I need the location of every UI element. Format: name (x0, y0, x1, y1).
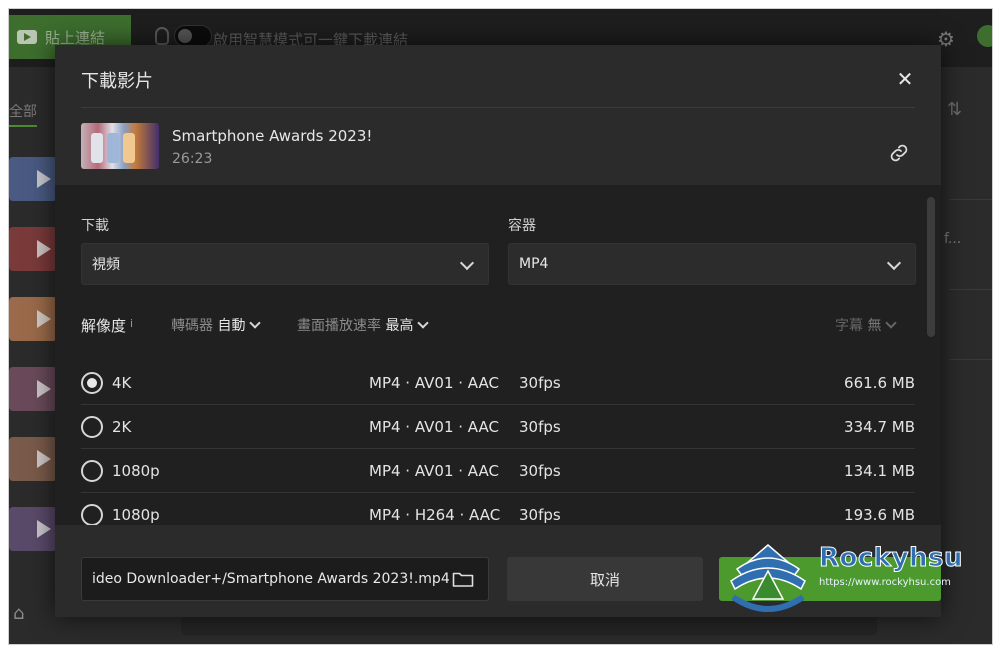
chevron-down-icon (417, 317, 430, 329)
watermark: Rockyhsu https://www.rockyhsu.com (723, 541, 963, 621)
dialog-title: 下載影片 (81, 71, 153, 92)
framerate-label: 畫面播放速率 (297, 318, 381, 334)
fps-text: 30fps (519, 417, 561, 436)
download-dialog: 下載影片 ✕ Smartphone Awards 2023! 26:23 下載 … (55, 45, 941, 617)
link-icon[interactable] (887, 141, 911, 165)
codec-value: 自動 (217, 318, 246, 334)
subtitle-label: 字幕 (835, 318, 863, 334)
video-duration: 26:23 (172, 151, 213, 167)
file-size: 334.7 MB (844, 417, 915, 436)
list-item-title-truncated: f... (944, 231, 962, 247)
video-thumbnail (81, 123, 159, 169)
list-item-thumbnail[interactable] (9, 157, 57, 201)
sort-icon[interactable]: ⇅ (947, 99, 962, 120)
save-path-text: ideo Downloader+/Smartphone Awards 2023!… (92, 571, 450, 587)
radio-unselected[interactable] (81, 504, 103, 525)
framerate-value: 最高 (385, 318, 414, 334)
home-icon[interactable]: ⌂ (13, 603, 24, 624)
phone-image (123, 133, 135, 163)
list-item-thumbnail[interactable] (9, 227, 57, 271)
header-divider (81, 107, 915, 108)
framerate-dropdown[interactable]: 畫面播放速率 最高 (297, 315, 430, 335)
resolution-option[interactable]: 2K MP4 · AV01 · AAC 30fps 334.7 MB (81, 405, 915, 449)
phone-image (91, 133, 103, 163)
file-size: 661.6 MB (844, 373, 915, 392)
list-item-thumbnail[interactable] (9, 367, 57, 411)
download-type-select[interactable]: 視頻 (81, 243, 489, 285)
subtitle-value: 無 (867, 318, 882, 334)
dialog-body: 下載 容器 視頻 MP4 解像度 i 轉碼器 自動 畫面播放速率 最高 字幕 無… (55, 185, 941, 525)
tab-all[interactable]: 全部 (9, 101, 37, 121)
dialog-header: 下載影片 ✕ Smartphone Awards 2023! 26:23 (55, 45, 941, 185)
list-item-thumbnail[interactable] (9, 437, 57, 481)
list-divider (949, 359, 992, 360)
fps-text: 30fps (519, 461, 561, 480)
list-divider (949, 289, 992, 290)
phone-image (107, 133, 119, 163)
cancel-button[interactable]: 取消 (507, 557, 703, 601)
subtitle-dropdown[interactable]: 字幕 無 (835, 315, 898, 335)
list-item-thumbnail[interactable] (9, 507, 57, 551)
chevron-down-icon (249, 317, 262, 329)
codec-label: 轉碼器 (171, 318, 213, 334)
options-row: 解像度 i 轉碼器 自動 畫面播放速率 最高 字幕 無 (81, 315, 915, 337)
radio-unselected[interactable] (81, 415, 103, 438)
watermark-logo-icon (730, 544, 806, 612)
chevron-down-icon (886, 255, 902, 271)
file-size: 193.6 MB (844, 506, 915, 524)
list-divider (949, 199, 992, 200)
fps-text: 30fps (519, 506, 561, 524)
file-size: 134.1 MB (844, 461, 915, 480)
tab-underline (9, 125, 37, 127)
resolution-label: 1080p (112, 461, 160, 480)
radio-selected[interactable] (81, 371, 103, 394)
codec-dropdown[interactable]: 轉碼器 自動 (171, 315, 262, 335)
watermark-name: Rockyhsu (818, 543, 964, 574)
list-item-thumbnail[interactable] (9, 297, 57, 341)
folder-icon[interactable] (452, 570, 474, 588)
info-icon[interactable]: i (130, 317, 133, 330)
resolution-option[interactable]: 4K MP4 · AV01 · AAC 30fps 661.6 MB (81, 361, 915, 405)
chevron-down-icon (459, 255, 475, 271)
close-button[interactable]: ✕ (891, 65, 919, 93)
resolution-option[interactable]: 1080p MP4 · H264 · AAC 30fps 193.6 MB (81, 493, 915, 525)
resolution-label: 4K (112, 373, 132, 392)
format-text: MP4 · H264 · AAC (369, 506, 501, 524)
resolution-label: 1080p (112, 506, 160, 524)
download-type-label: 下載 (81, 218, 109, 234)
account-icon[interactable] (977, 25, 992, 47)
youtube-icon (17, 30, 37, 44)
resolution-label: 2K (112, 417, 132, 436)
fps-text: 30fps (519, 373, 561, 392)
resolution-label: 解像度 i (81, 315, 133, 336)
watermark-url: https://www.rockyhsu.com (819, 577, 951, 588)
smart-mode-toggle[interactable] (174, 25, 212, 47)
radio-unselected[interactable] (81, 459, 103, 482)
format-text: MP4 · AV01 · AAC (369, 461, 499, 480)
lightbulb-icon (155, 27, 169, 45)
app-window: 貼上連結 啟用智慧模式可一鍵下載連結 ⚙ 全部 ⇅ f... ⌂ 下載影片 ✕ … (8, 8, 993, 645)
resolution-option[interactable]: 1080p MP4 · AV01 · AAC 30fps 134.1 MB (81, 449, 915, 493)
scrollbar[interactable] (927, 197, 935, 337)
resolution-label-text: 解像度 (81, 317, 127, 335)
chevron-down-icon (885, 317, 898, 329)
container-value: MP4 (519, 256, 549, 272)
download-type-value: 視頻 (92, 257, 120, 273)
video-title: Smartphone Awards 2023! (172, 127, 373, 145)
container-select[interactable]: MP4 (508, 243, 916, 285)
format-text: MP4 · AV01 · AAC (369, 373, 499, 392)
save-path-field[interactable]: ideo Downloader+/Smartphone Awards 2023!… (81, 557, 489, 601)
container-label: 容器 (508, 218, 536, 234)
format-text: MP4 · AV01 · AAC (369, 417, 499, 436)
